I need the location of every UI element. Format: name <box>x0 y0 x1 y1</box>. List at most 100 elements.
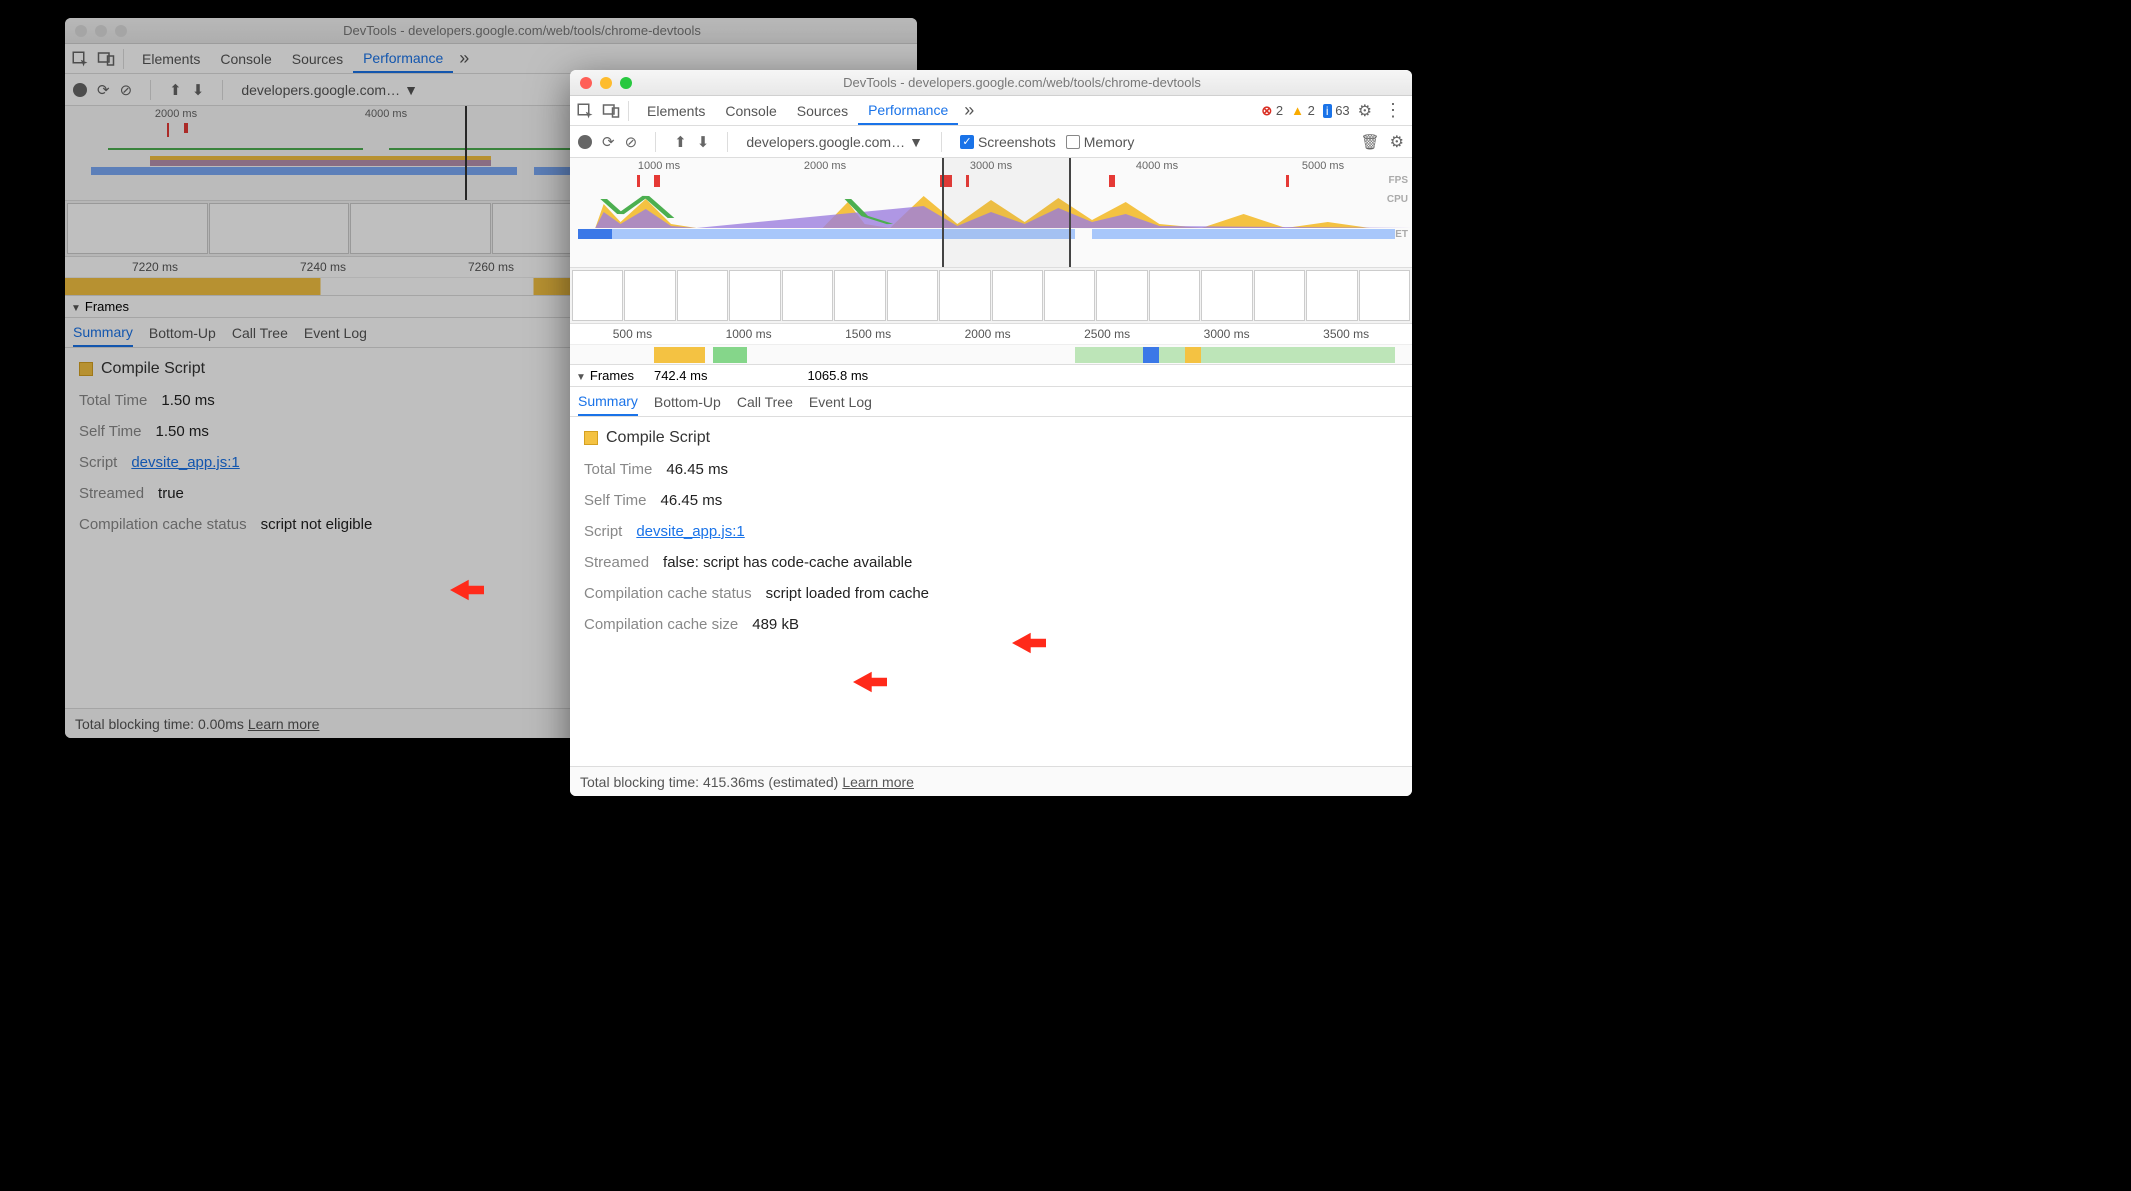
tab-console[interactable]: Console <box>210 44 281 73</box>
kebab-icon[interactable]: ⋮ <box>1380 100 1406 121</box>
annotation-arrow <box>450 578 484 602</box>
cpu-label: CPU <box>1387 194 1408 205</box>
more-tabs-icon[interactable]: » <box>453 48 475 69</box>
script-link[interactable]: devsite_app.js:1 <box>131 454 239 471</box>
inspect-icon[interactable] <box>576 102 594 120</box>
detail-ticks: 500 ms 1000 ms 1500 ms 2000 ms 2500 ms 3… <box>570 324 1412 345</box>
clear-icon[interactable]: ⊘ <box>120 81 133 99</box>
recording-select[interactable]: developers.google.com…▼ <box>241 82 418 98</box>
detail-tabs: Summary Bottom-Up Call Tree Event Log <box>570 387 1412 417</box>
filmstrip[interactable] <box>570 268 1412 324</box>
settings-icon[interactable]: ⚙ <box>1358 101 1372 121</box>
reload-icon[interactable]: ⟳ <box>602 133 615 151</box>
overview-timeline[interactable]: 1000 ms 2000 ms 3000 ms 4000 ms 5000 ms … <box>570 158 1412 268</box>
checkbox-icon <box>1066 135 1080 149</box>
cache-size-label: Compilation cache size <box>584 616 738 633</box>
learn-more-link[interactable]: Learn more <box>842 774 914 790</box>
zoom-light[interactable] <box>620 77 632 89</box>
upload-icon[interactable]: ⬆ <box>169 81 182 99</box>
detail-tab-calltree[interactable]: Call Tree <box>232 318 288 347</box>
clear-icon[interactable]: ⊘ <box>625 133 638 151</box>
detail-tab-summary[interactable]: Summary <box>73 318 133 347</box>
frames-label: Frames <box>85 299 129 314</box>
info-badge[interactable]: i 63 <box>1323 103 1350 118</box>
frame-time-1: 742.4 ms <box>654 368 707 383</box>
tab-elements[interactable]: Elements <box>132 44 210 73</box>
script-label: Script <box>79 454 117 471</box>
error-badge[interactable]: ⊗ 2 <box>1261 103 1283 119</box>
recording-url: developers.google.com… <box>241 82 400 98</box>
trash-icon[interactable]: 🗑 <box>1361 133 1380 151</box>
tab-console[interactable]: Console <box>715 96 786 125</box>
minimize-light[interactable] <box>600 77 612 89</box>
warning-badge[interactable]: ▲ 2 <box>1291 103 1315 118</box>
self-time-label: Self Time <box>79 423 142 440</box>
device-toolbar-icon[interactable] <box>97 50 115 68</box>
tab-performance[interactable]: Performance <box>353 44 453 73</box>
streamed-value: true <box>158 485 184 502</box>
close-light[interactable] <box>75 25 87 37</box>
streamed-label: Streamed <box>79 485 144 502</box>
tab-performance[interactable]: Performance <box>858 96 958 125</box>
record-button[interactable] <box>73 83 87 97</box>
self-time-value: 1.50 ms <box>156 423 209 440</box>
dropdown-icon: ▼ <box>404 82 418 98</box>
event-name: Compile Script <box>101 360 205 378</box>
traffic-lights[interactable] <box>75 25 127 37</box>
minimize-light[interactable] <box>95 25 107 37</box>
device-toolbar-icon[interactable] <box>602 102 620 120</box>
window-title: DevTools - developers.google.com/web/too… <box>137 23 907 38</box>
script-label: Script <box>584 523 622 540</box>
screenshots-checkbox[interactable]: ✓Screenshots <box>960 134 1056 150</box>
reload-icon[interactable]: ⟳ <box>97 81 110 99</box>
status-badges: ⊗ 2 ▲ 2 i 63 ⚙ ⋮ <box>1261 100 1406 121</box>
capture-settings-icon[interactable]: ⚙ <box>1390 132 1404 152</box>
detail-tab-bottomup[interactable]: Bottom-Up <box>654 387 721 416</box>
expand-icon[interactable]: ▼ <box>71 303 81 314</box>
recording-select[interactable]: developers.google.com…▼ <box>746 134 923 150</box>
inspect-icon[interactable] <box>71 50 89 68</box>
blocking-time-text: Total blocking time: 415.36ms (estimated… <box>580 774 838 790</box>
perf-toolbar: ⟳ ⊘ ⬆ ⬇ developers.google.com…▼ ✓Screens… <box>570 126 1412 158</box>
tab-elements[interactable]: Elements <box>637 96 715 125</box>
cache-size-value: 489 kB <box>752 616 799 633</box>
detail-tab-eventlog[interactable]: Event Log <box>809 387 872 416</box>
download-icon[interactable]: ⬇ <box>192 81 205 99</box>
detail-tab-calltree[interactable]: Call Tree <box>737 387 793 416</box>
frame-time-2: 1065.8 ms <box>807 368 868 383</box>
annotation-arrow <box>1012 631 1046 655</box>
annotation-arrow <box>853 670 887 694</box>
event-swatch <box>584 431 598 445</box>
total-time-value: 1.50 ms <box>161 392 214 409</box>
detail-tab-bottomup[interactable]: Bottom-Up <box>149 318 216 347</box>
frames-label: Frames <box>590 368 634 383</box>
panel-tabs: Elements Console Sources Performance » ⊗… <box>570 96 1412 126</box>
traffic-lights[interactable] <box>580 77 632 89</box>
detail-tab-eventlog[interactable]: Event Log <box>304 318 367 347</box>
window-title: DevTools - developers.google.com/web/too… <box>642 75 1402 90</box>
zoom-light[interactable] <box>115 25 127 37</box>
learn-more-link[interactable]: Learn more <box>248 716 320 732</box>
record-button[interactable] <box>578 135 592 149</box>
upload-icon[interactable]: ⬆ <box>674 133 687 151</box>
devtools-window-right: DevTools - developers.google.com/web/too… <box>570 70 1412 796</box>
total-time-label: Total Time <box>584 461 652 478</box>
selection-box[interactable] <box>942 158 1071 267</box>
frames-row[interactable]: ▼ Frames 742.4 ms 1065.8 ms <box>570 365 1412 387</box>
tab-sources[interactable]: Sources <box>787 96 858 125</box>
script-link[interactable]: devsite_app.js:1 <box>636 523 744 540</box>
detail-tab-summary[interactable]: Summary <box>578 387 638 416</box>
download-icon[interactable]: ⬇ <box>697 133 710 151</box>
flame-track[interactable] <box>570 345 1412 365</box>
cache-status-value: script loaded from cache <box>766 585 929 602</box>
streamed-label: Streamed <box>584 554 649 571</box>
more-tabs-icon[interactable]: » <box>958 100 980 121</box>
tab-sources[interactable]: Sources <box>282 44 353 73</box>
expand-icon[interactable]: ▼ <box>576 372 586 383</box>
total-time-label: Total Time <box>79 392 147 409</box>
checkbox-icon: ✓ <box>960 135 974 149</box>
close-light[interactable] <box>580 77 592 89</box>
event-name: Compile Script <box>606 429 710 447</box>
memory-checkbox[interactable]: Memory <box>1066 134 1135 150</box>
recording-url: developers.google.com… <box>746 134 905 150</box>
